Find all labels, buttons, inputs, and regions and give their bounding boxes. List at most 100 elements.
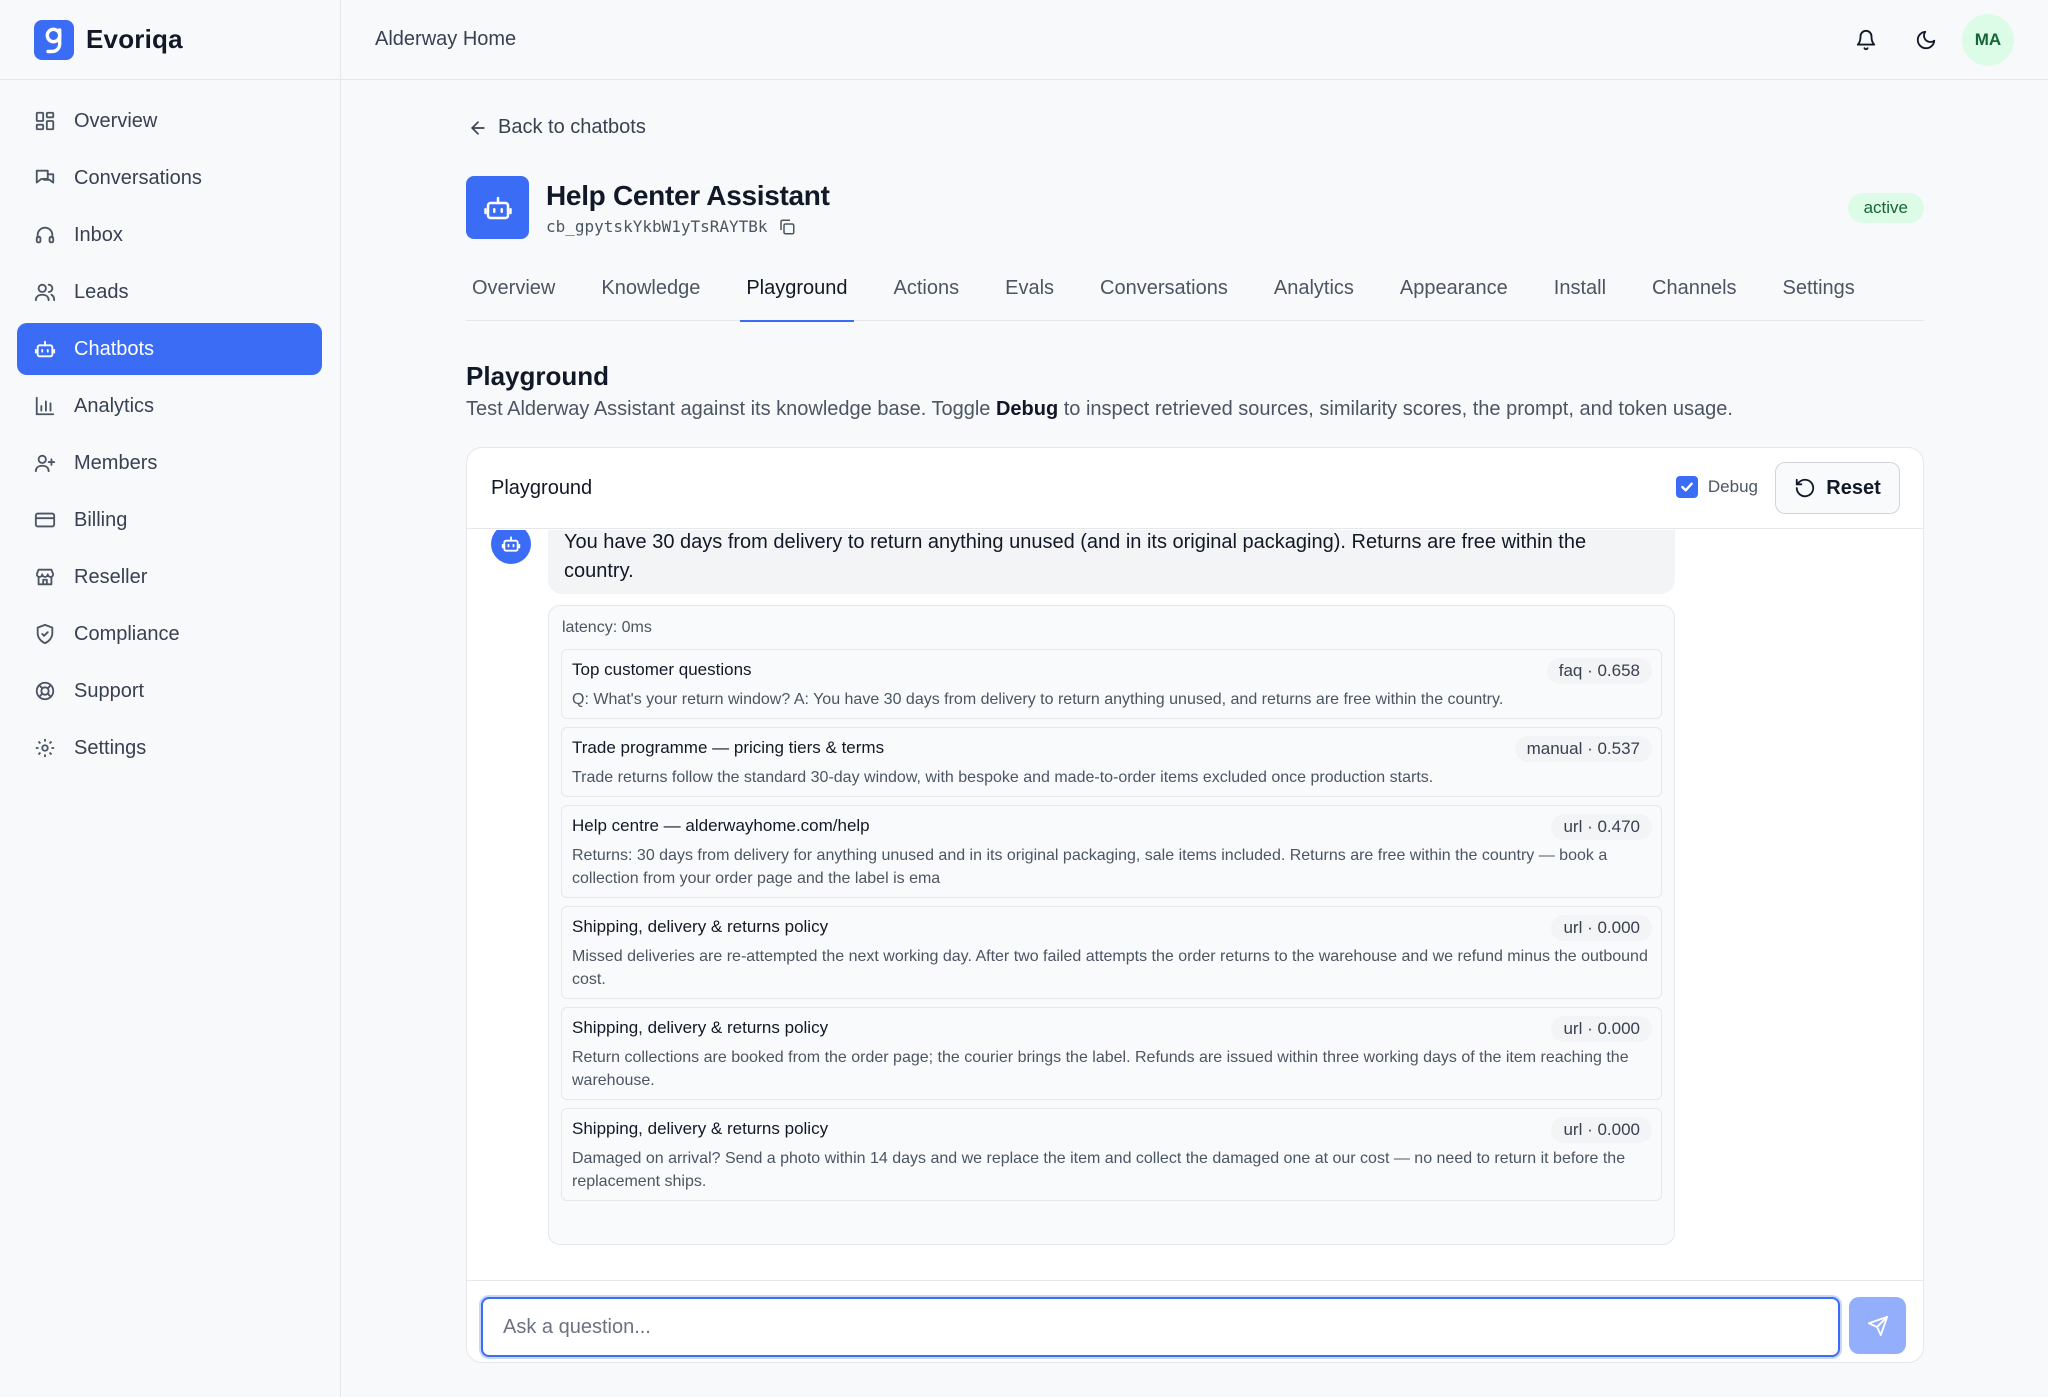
notifications-button[interactable] <box>1840 14 1892 66</box>
tab-analytics[interactable]: Analytics <box>1268 256 1360 321</box>
users-icon <box>34 281 56 303</box>
headset-icon <box>34 224 56 246</box>
source-title: Trade programme — pricing tiers & terms <box>572 738 885 757</box>
lifebuoy-icon <box>34 680 56 702</box>
reset-button[interactable]: Reset <box>1775 462 1900 514</box>
sidebar-item-label: Reseller <box>74 565 148 588</box>
message-list[interactable]: You have 30 days from delivery to return… <box>467 530 1923 1282</box>
sidebar-item-billing[interactable]: Billing <box>17 494 322 546</box>
bot-avatar <box>466 176 529 239</box>
source-title: Shipping, delivery & returns policy <box>572 1018 829 1037</box>
source-score-badge: url · 0.470 <box>1551 814 1652 840</box>
sidebar-item-label: Support <box>74 679 145 702</box>
source-card: Shipping, delivery & returns policy url … <box>561 1007 1662 1100</box>
section-title: Playground <box>466 361 610 391</box>
moon-icon <box>1916 30 1936 50</box>
source-title: Top customer questions <box>572 660 752 679</box>
store-icon <box>34 566 56 588</box>
assistant-avatar <box>491 530 531 564</box>
gear-icon <box>34 737 56 759</box>
debug-checkbox[interactable] <box>1675 476 1698 498</box>
check-icon <box>1681 482 1693 492</box>
sidebar-item-conversations[interactable]: Conversations <box>17 152 322 204</box>
sidebar-item-inbox[interactable]: Inbox <box>17 209 322 261</box>
source-score-badge: url · 0.000 <box>1551 1117 1652 1143</box>
sidebar-item-compliance[interactable]: Compliance <box>17 608 322 660</box>
top-actions: MA <box>1832 14 2014 66</box>
back-to-chatbots-link[interactable]: Back to chatbots <box>468 116 646 139</box>
source-card: Help centre — alderwayhome.com/help url … <box>561 805 1662 898</box>
sidebar-item-label: Leads <box>74 280 129 303</box>
source-excerpt: Returns: 30 days from delivery for anyth… <box>572 847 1608 887</box>
source-excerpt: Q: What's your return window? A: You hav… <box>572 691 1504 708</box>
bot-id: cb_gpytskYkbW1yTsRAYTBk <box>546 217 796 236</box>
tab-appearance[interactable]: Appearance <box>1394 256 1514 321</box>
source-title: Shipping, delivery & returns policy <box>572 1119 829 1138</box>
send-icon <box>1867 1315 1888 1336</box>
reset-label: Reset <box>1826 476 1881 499</box>
sidebar-item-settings[interactable]: Settings <box>17 722 322 774</box>
sidebar-item-label: Compliance <box>74 622 180 645</box>
tab-channels[interactable]: Channels <box>1646 256 1743 321</box>
back-label: Back to chatbots <box>498 116 646 138</box>
tab-evals[interactable]: Evals <box>999 256 1060 321</box>
sidebar-item-label: Inbox <box>74 223 123 246</box>
arrow-left-icon <box>471 120 485 135</box>
tab-bar: Overview Knowledge Playground Actions Ev… <box>466 256 1924 322</box>
tab-knowledge[interactable]: Knowledge <box>595 256 706 321</box>
status-badge: active <box>1847 193 1924 223</box>
bot-id-value: cb_gpytskYkbW1yTsRAYTBk <box>546 217 768 236</box>
source-card: Shipping, delivery & returns policy url … <box>561 906 1662 999</box>
section-desc-before: Test Alderway Assistant against its know… <box>466 398 996 420</box>
tab-settings[interactable]: Settings <box>1777 256 1861 321</box>
tab-install[interactable]: Install <box>1548 256 1612 321</box>
sidebar-item-overview[interactable]: Overview <box>17 95 322 147</box>
sidebar-item-chatbots[interactable]: Chatbots <box>17 323 322 375</box>
brand[interactable]: Evoriqa <box>0 0 340 80</box>
sidebar-item-reseller[interactable]: Reseller <box>17 551 322 603</box>
send-button[interactable] <box>1849 1297 1906 1354</box>
assistant-message: You have 30 days from delivery to return… <box>548 530 1675 594</box>
source-score-badge: manual · 0.537 <box>1514 736 1652 762</box>
bot-icon <box>34 338 56 360</box>
source-card: Shipping, delivery & returns policy url … <box>561 1108 1662 1201</box>
credit-card-icon <box>34 509 56 531</box>
debug-panel: latency: 0ms Top customer questions faq … <box>548 605 1675 1245</box>
reset-icon <box>1796 478 1815 498</box>
copy-icon[interactable] <box>778 218 796 236</box>
source-score-badge: faq · 0.658 <box>1546 658 1652 684</box>
question-input[interactable] <box>481 1297 1840 1357</box>
tab-actions[interactable]: Actions <box>888 256 966 321</box>
playground-card-header: Playground Debug Reset <box>467 448 1923 529</box>
composer <box>467 1280 1923 1362</box>
sidebar-item-label: Settings <box>74 736 147 759</box>
debug-toggle[interactable]: Debug <box>1675 476 1758 498</box>
page-title: Help Center Assistant <box>546 180 830 211</box>
bot-header: Help Center Assistant cb_gpytskYkbW1yTsR… <box>466 176 1924 240</box>
source-title: Shipping, delivery & returns policy <box>572 917 829 936</box>
bot-icon <box>501 536 521 552</box>
tab-conversations[interactable]: Conversations <box>1094 256 1234 321</box>
sidebar-item-leads[interactable]: Leads <box>17 266 322 318</box>
sidebar: Evoriqa Overview Conversations Inbox Lea… <box>0 0 341 1397</box>
source-title: Help centre — alderwayhome.com/help <box>572 816 870 835</box>
section-description: Test Alderway Assistant against its know… <box>466 398 1733 421</box>
sidebar-item-label: Overview <box>74 109 158 132</box>
sidebar-item-label: Members <box>74 451 158 474</box>
sidebar-item-members[interactable]: Members <box>17 437 322 489</box>
tab-overview[interactable]: Overview <box>466 256 561 321</box>
sidebar-item-support[interactable]: Support <box>17 665 322 717</box>
org-name[interactable]: Alderway Home <box>375 28 516 51</box>
sidebar-item-label: Billing <box>74 508 128 531</box>
section-desc-after: to inspect retrieved sources, similarity… <box>1058 398 1733 420</box>
brand-name: Evoriqa <box>86 24 183 54</box>
section-desc-bold: Debug <box>995 398 1059 420</box>
avatar[interactable]: MA <box>1962 14 2014 66</box>
source-score-badge: url · 0.000 <box>1551 915 1652 941</box>
theme-toggle-button[interactable] <box>1900 14 1952 66</box>
tab-playground[interactable]: Playground <box>740 256 854 322</box>
sidebar-item-analytics[interactable]: Analytics <box>17 380 322 432</box>
brand-logo-icon <box>34 19 74 60</box>
source-excerpt: Trade returns follow the standard 30-day… <box>572 769 1434 786</box>
user-plus-icon <box>34 452 56 474</box>
